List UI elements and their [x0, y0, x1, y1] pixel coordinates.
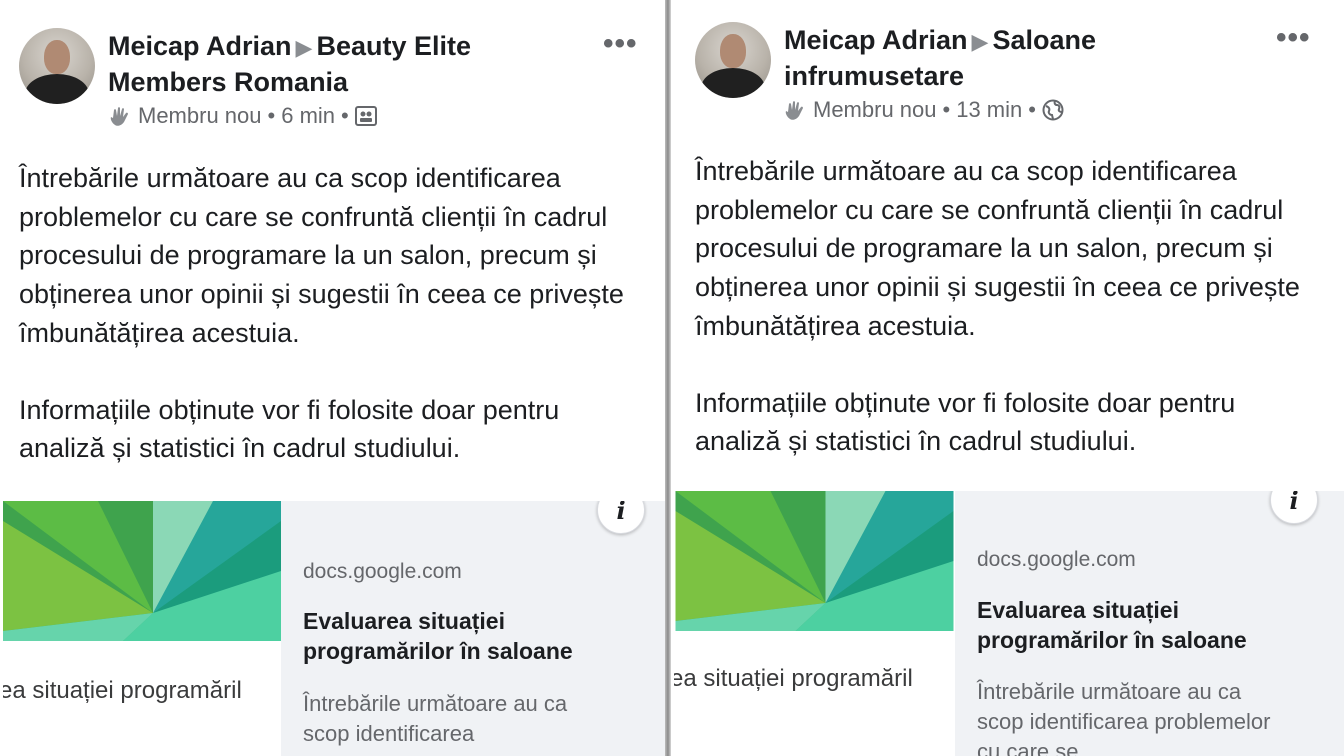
post-paragraph: Informațiile obținute vor fi folosite do…: [695, 387, 1236, 457]
link-preview-card[interactable]: ea situației programăril docs.google.com…: [674, 491, 1344, 756]
link-domain: docs.google.com: [303, 560, 462, 583]
forms-banner-graphic: [3, 501, 281, 641]
avatar[interactable]: [19, 28, 95, 104]
avatar-face: [720, 34, 746, 68]
link-info: docs.google.com Evaluarea situației prog…: [955, 491, 1344, 756]
arrow-right-icon: ▶: [295, 35, 313, 60]
thumbnail-title: ea situației programăril: [674, 665, 913, 692]
arrow-right-icon: ▶: [971, 29, 989, 54]
post-right: Meicap Adrian ▶ Saloane infrumusetare Memb…: [671, 0, 1344, 756]
link-title[interactable]: Evaluarea situației programărilor în sal…: [303, 606, 603, 666]
post-paragraph: Întrebările următoare au ca scop identif…: [695, 156, 1300, 341]
post-text: Întrebările următoare au ca scop identif…: [695, 152, 1320, 461]
meta-separator: •: [942, 97, 951, 122]
post-meta: Membru nou • 6 min •: [108, 103, 377, 129]
link-thumbnail: ea situației programăril: [3, 501, 281, 756]
post-left: Meicap Adrian ▶ Beauty Elite Members Roman…: [0, 0, 665, 756]
avatar-body: [25, 74, 89, 104]
author-name[interactable]: Meicap Adrian: [784, 25, 968, 55]
link-info: docs.google.com Evaluarea situației prog…: [281, 501, 665, 756]
badge-label: Membru nou: [138, 103, 262, 128]
link-title[interactable]: Evaluarea situației programărilor în sal…: [977, 595, 1277, 655]
more-options-icon[interactable]: •••: [603, 29, 638, 59]
link-preview-card[interactable]: ea situației programăril docs.google.com…: [3, 501, 665, 756]
badge-label: Membru nou: [813, 97, 937, 122]
post-text: Întrebările următoare au ca scop identif…: [19, 159, 639, 468]
more-options-icon[interactable]: •••: [1276, 23, 1311, 53]
meta-separator: •: [1028, 97, 1036, 122]
avatar[interactable]: [695, 22, 771, 98]
avatar-face: [44, 40, 70, 74]
globe-icon: [1042, 99, 1064, 121]
link-description: Întrebările următoare au ca scop identif…: [977, 679, 1271, 756]
waving-hand-icon: [108, 104, 132, 128]
meta-separator: •: [341, 103, 349, 128]
meta-separator: •: [267, 103, 276, 128]
avatar-body: [701, 68, 765, 98]
link-thumbnail: ea situației programăril: [674, 491, 955, 756]
post-paragraph: Întrebările următoare au ca scop identif…: [19, 163, 624, 348]
forms-banner-graphic: [675, 491, 954, 631]
post-paragraph: Informațiile obținute vor fi folosite do…: [19, 394, 560, 464]
post-meta: Membru nou • 13 min •: [783, 97, 1064, 123]
post-header-title: Meicap Adrian ▶ Beauty Elite Members Roman…: [108, 29, 578, 100]
post-header-title: Meicap Adrian ▶ Saloane infrumusetare: [784, 23, 1204, 94]
link-domain: docs.google.com: [977, 548, 1136, 571]
thumbnail-title: ea situației programăril: [3, 677, 242, 704]
post-time[interactable]: 13 min: [956, 97, 1022, 123]
post-time[interactable]: 6 min: [281, 103, 335, 129]
group-icon: [354, 105, 377, 127]
waving-hand-icon: [783, 98, 807, 122]
author-name[interactable]: Meicap Adrian: [108, 31, 292, 61]
link-description: Întrebările următoare au ca scop identif…: [303, 691, 568, 746]
